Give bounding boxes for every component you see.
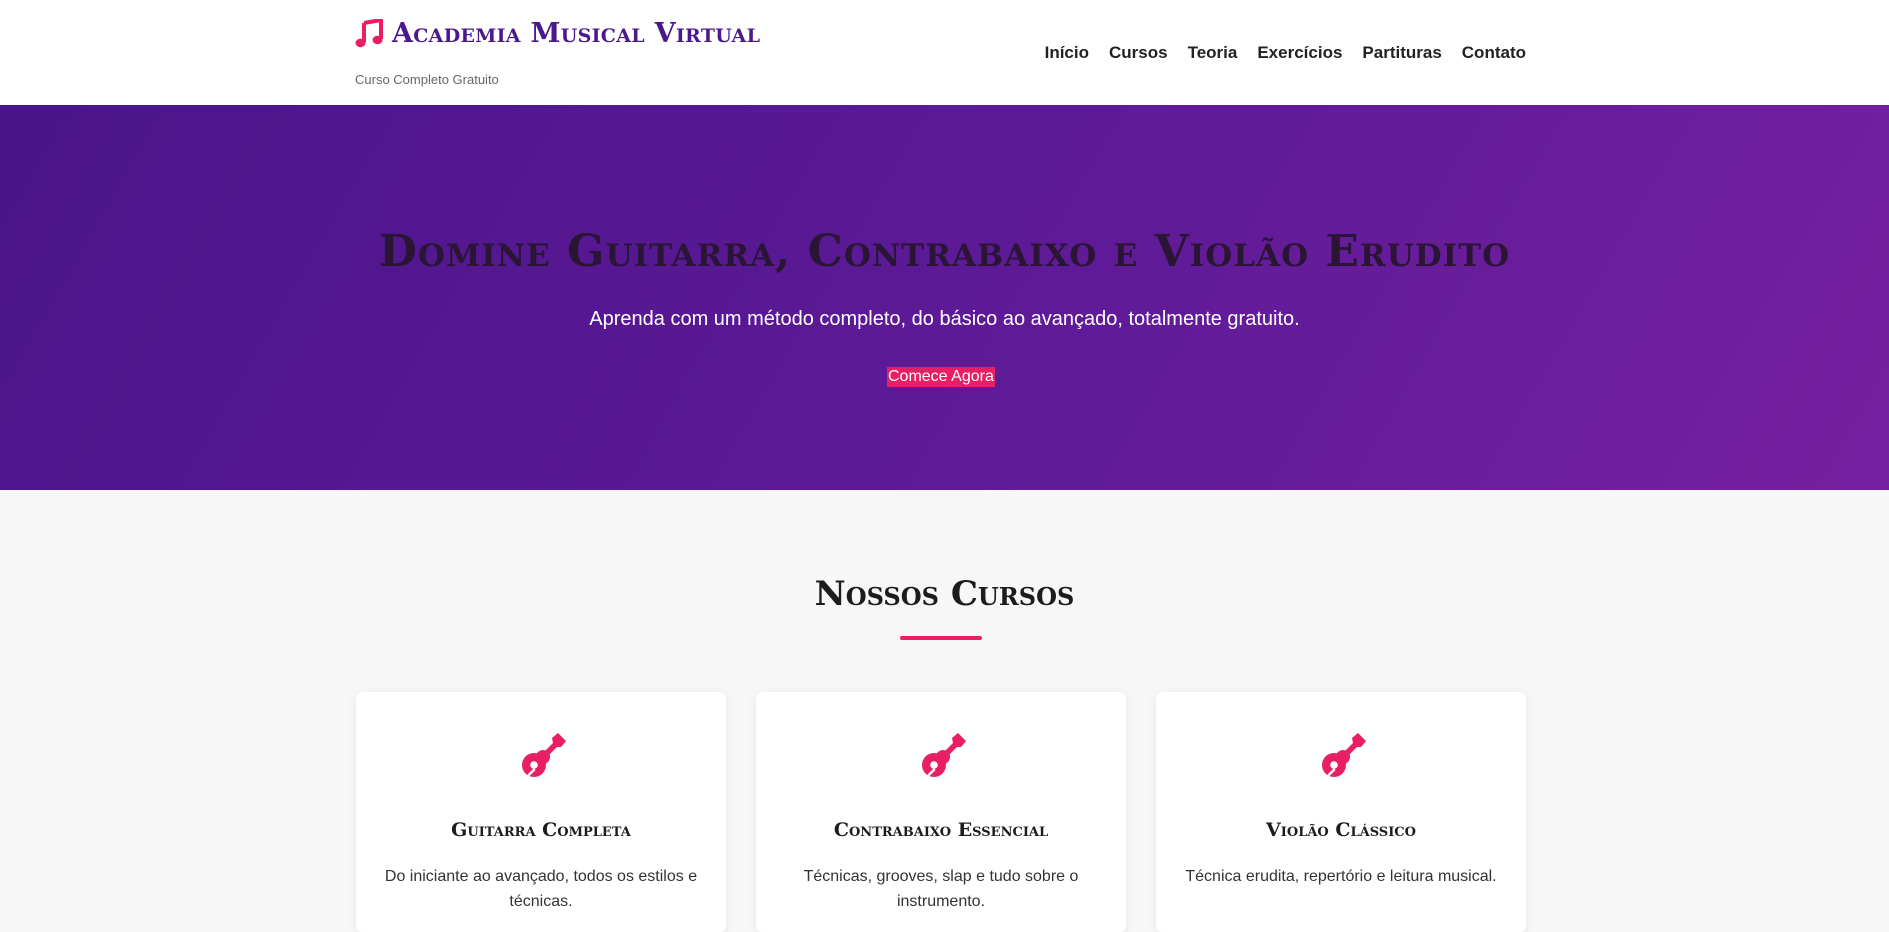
site-header: Academia Musical Virtual Curso Completo … (0, 0, 1889, 105)
course-description: Técnica erudita, repertório e leitura mu… (1185, 868, 1497, 885)
brand[interactable]: Academia Musical Virtual (355, 18, 760, 49)
courses-section-title: Nossos Cursos (814, 574, 1075, 614)
course-description: Do iniciante ao avançado, todos os estil… (384, 868, 698, 910)
guitar-icon (922, 733, 966, 777)
nav-link-teoria[interactable]: Teoria (1188, 43, 1238, 63)
course-card-guitarra[interactable]: Guitarra Completa Do iniciante ao avança… (356, 692, 726, 932)
start-now-button[interactable]: Comece Agora (887, 367, 995, 387)
main-nav: Início Cursos Teoria Exercícios Partitur… (1025, 43, 1526, 63)
nav-link-cursos[interactable]: Cursos (1109, 43, 1168, 63)
course-name: Contrabaixo Essencial (833, 819, 1049, 841)
nav-link-contato[interactable]: Contato (1462, 43, 1526, 63)
music-note-icon (355, 18, 383, 47)
course-card-violao[interactable]: Violão Clássico Técnica erudita, repertó… (1156, 692, 1526, 932)
site-tagline: Curso Completo Gratuito (355, 72, 499, 87)
title-underline-divider (900, 636, 982, 640)
nav-link-exercicios[interactable]: Exercícios (1257, 43, 1342, 63)
hero-section: Domine Guitarra, Contrabaixo e Violão Er… (0, 105, 1889, 490)
course-name: Violão Clássico (1266, 819, 1416, 841)
course-name: Guitarra Completa (451, 819, 631, 841)
guitar-icon (1322, 733, 1366, 777)
nav-link-inicio[interactable]: Início (1045, 43, 1089, 63)
guitar-icon (522, 733, 566, 777)
course-card-contrabaixo[interactable]: Contrabaixo Essencial Técnicas, grooves,… (756, 692, 1126, 932)
hero-title: Domine Guitarra, Contrabaixo e Violão Er… (378, 226, 1511, 277)
nav-link-partituras[interactable]: Partituras (1362, 43, 1441, 63)
hero-subtitle: Aprenda com um método completo, do básic… (589, 308, 1300, 330)
site-title: Academia Musical Virtual (392, 18, 761, 49)
course-description: Técnicas, grooves, slap e tudo sobre o i… (803, 868, 1079, 910)
